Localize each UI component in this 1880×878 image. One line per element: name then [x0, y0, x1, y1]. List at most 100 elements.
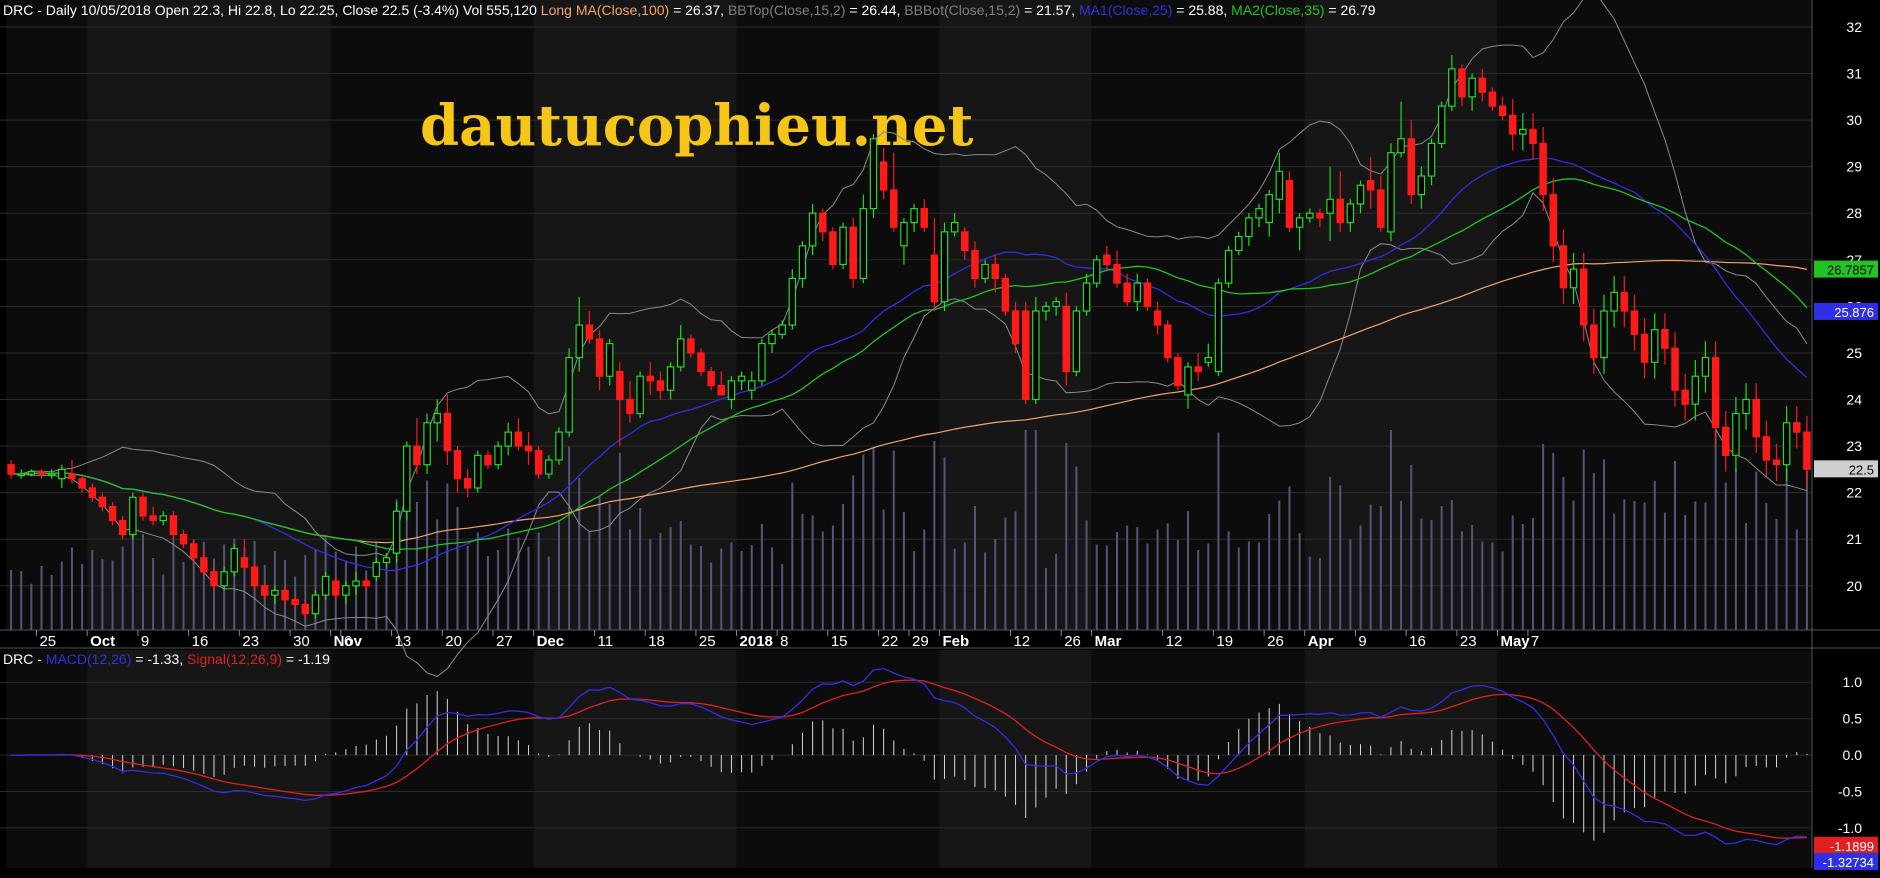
candle-body	[717, 384, 726, 396]
candle-body	[555, 431, 563, 461]
candle-body	[1285, 180, 1294, 228]
price-tick-label: 21	[1846, 531, 1862, 547]
candle-body	[281, 589, 289, 601]
candle-body	[1021, 310, 1030, 401]
candle-body	[819, 212, 827, 233]
candle-body	[423, 422, 431, 466]
date-tick-label: 26	[1267, 633, 1284, 650]
candle-body	[900, 221, 908, 247]
candle-body	[1103, 254, 1111, 266]
date-tick-label: Oct	[90, 633, 115, 650]
candle-body	[342, 585, 350, 596]
candle-body	[1630, 310, 1639, 335]
date-tick-label: 20	[445, 633, 462, 650]
date-tick-label: 16	[192, 633, 209, 650]
candle-body	[1133, 282, 1142, 303]
candle-body	[930, 254, 939, 303]
candle-body	[1092, 259, 1101, 284]
date-tick-label: 13	[395, 633, 412, 650]
candle-body	[1235, 235, 1243, 252]
candle-body	[687, 338, 695, 354]
candle-body	[1204, 356, 1213, 363]
candle-body	[453, 450, 462, 480]
candle-body	[666, 366, 675, 391]
date-tick-label: Mar	[1095, 633, 1122, 650]
candle-body	[230, 547, 239, 573]
price-tick-label: 31	[1846, 66, 1862, 82]
candle-body	[636, 375, 644, 415]
candle-body	[1427, 142, 1436, 177]
candle-body	[311, 594, 320, 615]
price-tick-label: 32	[1846, 19, 1862, 35]
candle-body	[920, 207, 928, 228]
candle-body	[545, 459, 553, 475]
candle-body	[605, 343, 614, 377]
candle-body	[1498, 105, 1507, 117]
header-segment: MA2(Close,35)	[1231, 2, 1324, 18]
date-tick-label: 26	[1064, 633, 1081, 650]
date-tick-label: 19	[1216, 633, 1233, 650]
price-tick-label: 30	[1846, 112, 1862, 128]
price-tick-label: 25	[1846, 345, 1862, 361]
date-tick-label: 27	[496, 633, 513, 650]
candle-body	[1437, 105, 1446, 144]
candle-body	[58, 468, 66, 480]
macd-tick-label: -1.0	[1838, 820, 1862, 836]
candle-body	[991, 263, 999, 280]
date-tick-label: 8	[780, 633, 788, 650]
candle-body	[1793, 422, 1801, 433]
candle-body	[616, 370, 624, 401]
month-band	[1091, 0, 1305, 630]
candle-body	[707, 370, 715, 387]
candle-body	[1661, 329, 1669, 349]
candle-body	[1579, 268, 1588, 326]
candle-body	[1336, 198, 1344, 224]
close-badge: 22.5	[1849, 462, 1874, 477]
candle-body	[37, 471, 46, 475]
candle-body	[1377, 189, 1385, 228]
candle-body	[352, 580, 360, 587]
candle-body	[1762, 436, 1771, 461]
candle-body	[1174, 356, 1182, 387]
header-segment: = 26.44,	[845, 2, 904, 18]
candle-body	[1153, 310, 1162, 326]
candle-body	[1488, 91, 1497, 107]
candle-body	[1407, 138, 1415, 196]
price-tick-label: 20	[1846, 578, 1862, 594]
candle-body	[1366, 180, 1375, 191]
candle-body	[1052, 301, 1060, 307]
candle-body	[240, 557, 249, 568]
candle-body	[1569, 268, 1578, 289]
header-segment: BBBot(Close,15,2)	[904, 2, 1020, 18]
stock-chart[interactable]: dautucophieu.net 20 21 22 23 24 25 26 27 28 29 30 3…	[0, 0, 1880, 878]
candle-body	[1722, 426, 1730, 456]
ma2-badge: 26.7857	[1827, 263, 1874, 278]
header-segment: = 25.88,	[1172, 2, 1231, 18]
candle-body	[118, 519, 127, 536]
header-segment: Signal(12,26,9)	[187, 651, 282, 667]
candle-body	[1001, 277, 1010, 312]
candle-body	[189, 543, 198, 559]
candle-body	[1072, 310, 1081, 373]
candle-body	[403, 445, 411, 512]
candle-body	[585, 324, 594, 340]
candle-body	[1113, 263, 1121, 284]
header-segment: BBTop(Close,15,2)	[728, 2, 846, 18]
candle-body	[413, 445, 421, 466]
candle-body	[1671, 347, 1679, 391]
date-tick-label: 2018	[740, 633, 773, 650]
candle-body	[1326, 198, 1334, 214]
macd-header: DRC - MACD(12,26) = -1.33, Signal(12,26,…	[3, 651, 330, 667]
candle-body	[859, 207, 868, 280]
candle-body	[890, 189, 898, 228]
candle-body	[321, 575, 330, 596]
candle-body	[646, 375, 655, 382]
candle-body	[1478, 77, 1486, 93]
candle-body	[1397, 138, 1405, 154]
candle-body	[727, 380, 736, 401]
candle-body	[494, 445, 502, 466]
candle-body	[1062, 305, 1071, 373]
candle-body	[1539, 142, 1547, 196]
candle-body	[940, 231, 949, 303]
candle-body	[47, 473, 56, 477]
